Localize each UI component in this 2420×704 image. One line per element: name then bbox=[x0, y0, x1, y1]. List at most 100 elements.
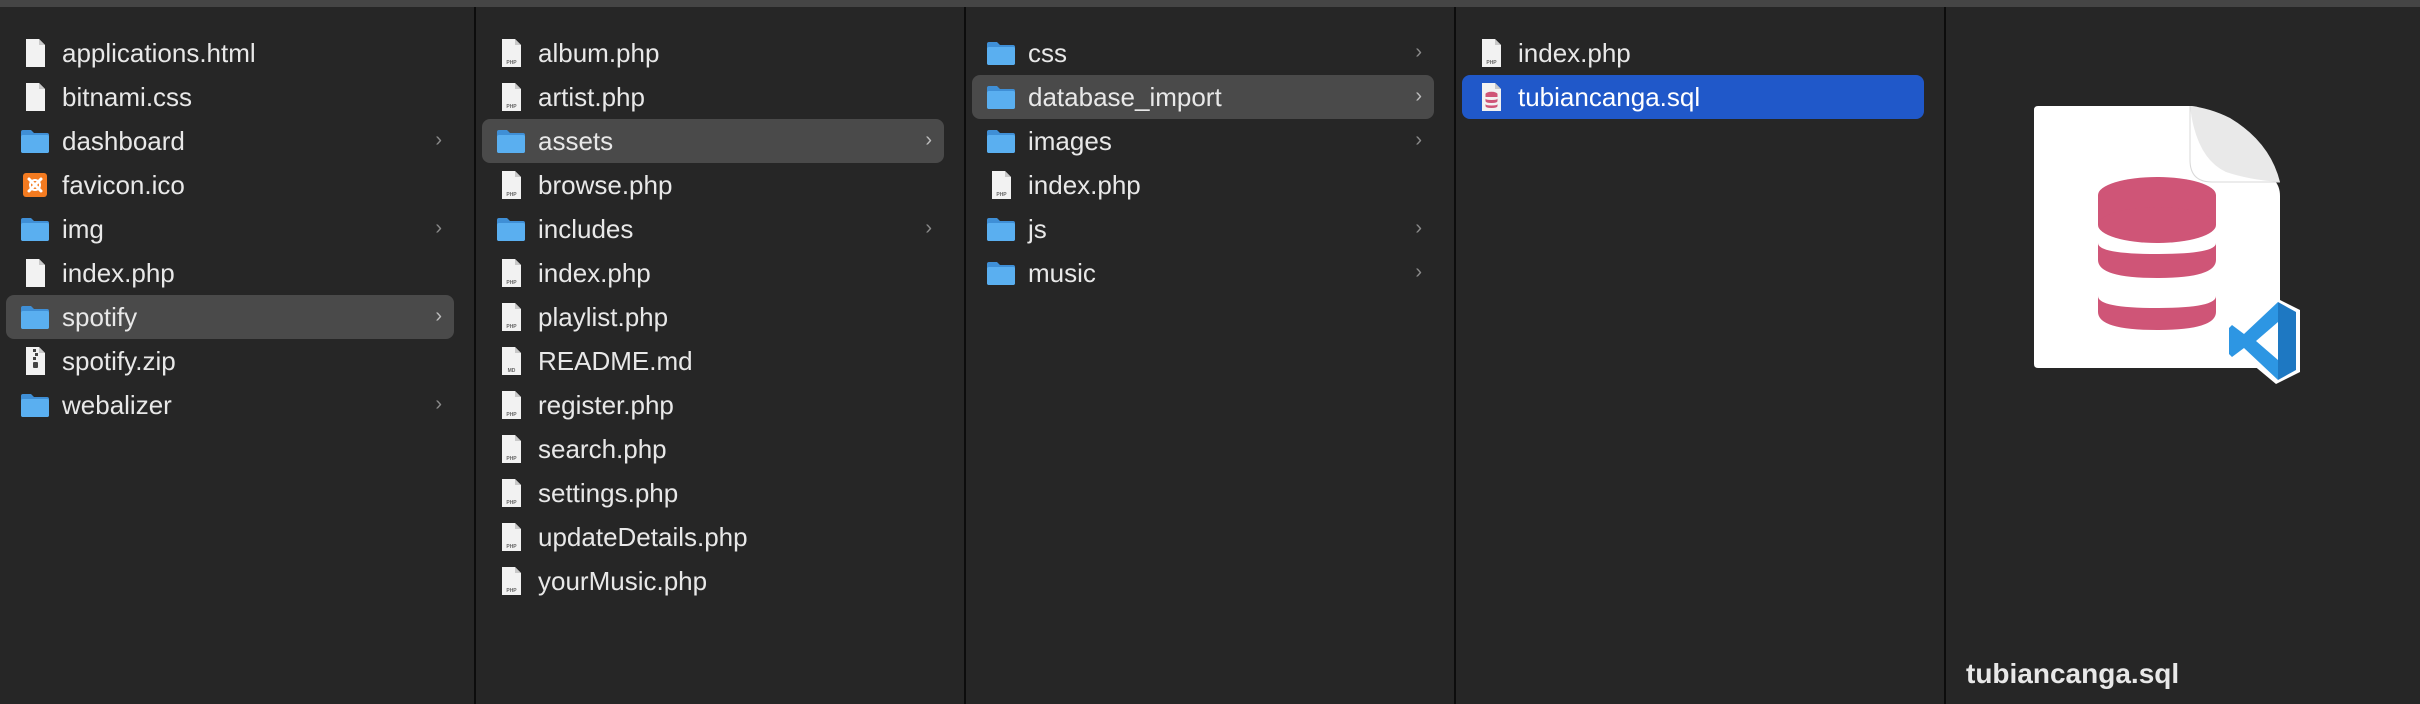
svg-text:PHP: PHP bbox=[506, 412, 517, 418]
folder-icon bbox=[20, 390, 50, 420]
file-list: applications.html bitnami.css dashboard › fa… bbox=[0, 31, 474, 427]
item-label: tubiancanga.sql bbox=[1518, 81, 1701, 112]
item-label: bitnami.css bbox=[62, 81, 193, 112]
file-item[interactable]: PHP index.php bbox=[972, 163, 1434, 207]
column-3[interactable]: css › database_import › images › PHP index.php j… bbox=[966, 7, 1456, 704]
item-label: assets bbox=[538, 125, 614, 156]
svg-text:PHP: PHP bbox=[506, 500, 517, 506]
item-label: dashboard bbox=[62, 125, 185, 156]
column-browser: applications.html bitnami.css dashboard › fa… bbox=[0, 7, 2420, 704]
item-label: spotify bbox=[62, 301, 138, 332]
file-item[interactable]: index.php bbox=[6, 251, 454, 295]
php-file-icon: PHP bbox=[1476, 38, 1506, 68]
item-label: database_import bbox=[1028, 81, 1222, 112]
php-file-icon: PHP bbox=[496, 82, 526, 112]
item-label: img bbox=[62, 213, 104, 244]
svg-text:MD: MD bbox=[507, 368, 515, 374]
folder-icon bbox=[986, 126, 1016, 156]
document-icon bbox=[20, 258, 50, 288]
folder-item[interactable]: music › bbox=[972, 251, 1434, 295]
chevron-right-icon: › bbox=[1415, 261, 1422, 283]
folder-item[interactable]: webalizer › bbox=[6, 383, 454, 427]
svg-text:PHP: PHP bbox=[506, 104, 517, 110]
xampp-icon bbox=[20, 170, 50, 200]
item-label: spotify.zip bbox=[62, 345, 176, 376]
folder-item[interactable]: images › bbox=[972, 119, 1434, 163]
chevron-right-icon: › bbox=[1415, 129, 1422, 151]
svg-text:PHP: PHP bbox=[506, 192, 517, 198]
item-label: applications.html bbox=[62, 37, 256, 68]
file-item[interactable]: applications.html bbox=[6, 31, 454, 75]
svg-text:PHP: PHP bbox=[996, 192, 1007, 198]
php-file-icon: PHP bbox=[496, 258, 526, 288]
item-label: css bbox=[1028, 37, 1067, 68]
chevron-right-icon: › bbox=[435, 393, 442, 415]
item-label: browse.php bbox=[538, 169, 673, 200]
item-label: yourMusic.php bbox=[538, 565, 708, 596]
folder-item[interactable]: spotify › bbox=[6, 295, 454, 339]
folder-item[interactable]: img › bbox=[6, 207, 454, 251]
file-list: PHP index.php tubiancanga.sql bbox=[1456, 31, 1944, 119]
file-item[interactable]: PHP artist.php bbox=[482, 75, 944, 119]
item-label: album.php bbox=[538, 37, 660, 68]
folder-icon bbox=[20, 214, 50, 244]
folder-icon bbox=[496, 214, 526, 244]
file-item[interactable]: tubiancanga.sql bbox=[1462, 75, 1924, 119]
chevron-right-icon: › bbox=[1415, 85, 1422, 107]
item-label: index.php bbox=[1028, 169, 1141, 200]
folder-item[interactable]: database_import › bbox=[972, 75, 1434, 119]
zip-icon bbox=[20, 346, 50, 376]
folder-item[interactable]: js › bbox=[972, 207, 1434, 251]
file-item[interactable]: PHP updateDetails.php bbox=[482, 515, 944, 559]
svg-text:PHP: PHP bbox=[506, 588, 517, 594]
svg-text:PHP: PHP bbox=[506, 60, 517, 66]
file-item[interactable]: PHP album.php bbox=[482, 31, 944, 75]
sql-vscode-document-icon bbox=[2030, 102, 2310, 407]
md-file-icon: MD bbox=[496, 346, 526, 376]
item-label: settings.php bbox=[538, 477, 679, 508]
preview-pane: tubiancanga.sql bbox=[1946, 7, 2420, 704]
folder-item[interactable]: assets › bbox=[482, 119, 944, 163]
php-file-icon: PHP bbox=[496, 478, 526, 508]
folder-icon bbox=[986, 258, 1016, 288]
file-item[interactable]: PHP browse.php bbox=[482, 163, 944, 207]
column-2[interactable]: PHP album.php PHP artist.php assets › PHP brows… bbox=[476, 7, 966, 704]
chevron-right-icon: › bbox=[925, 129, 932, 151]
column-4[interactable]: PHP index.php tubiancanga.sql bbox=[1456, 7, 1946, 704]
file-item[interactable]: PHP search.php bbox=[482, 427, 944, 471]
item-label: js bbox=[1028, 213, 1047, 244]
preview-filename: tubiancanga.sql bbox=[1966, 658, 2180, 689]
folder-icon bbox=[496, 126, 526, 156]
folder-item[interactable]: css › bbox=[972, 31, 1434, 75]
php-file-icon: PHP bbox=[496, 566, 526, 596]
folder-item[interactable]: dashboard › bbox=[6, 119, 454, 163]
sql-file-icon bbox=[1476, 82, 1506, 112]
file-item[interactable]: PHP settings.php bbox=[482, 471, 944, 515]
folder-item[interactable]: includes › bbox=[482, 207, 944, 251]
file-item[interactable]: PHP playlist.php bbox=[482, 295, 944, 339]
file-item[interactable]: bitnami.css bbox=[6, 75, 454, 119]
chevron-right-icon: › bbox=[435, 217, 442, 239]
file-list: css › database_import › images › PHP index.php j… bbox=[966, 31, 1454, 295]
item-label: README.md bbox=[538, 345, 693, 376]
item-label: register.php bbox=[538, 389, 674, 420]
folder-icon bbox=[20, 126, 50, 156]
php-file-icon: PHP bbox=[496, 522, 526, 552]
file-item[interactable]: PHP index.php bbox=[482, 251, 944, 295]
document-icon bbox=[20, 38, 50, 68]
file-item[interactable]: PHP yourMusic.php bbox=[482, 559, 944, 603]
folder-icon bbox=[20, 302, 50, 332]
item-label: includes bbox=[538, 213, 634, 244]
chevron-right-icon: › bbox=[435, 129, 442, 151]
svg-text:PHP: PHP bbox=[506, 324, 517, 330]
file-item[interactable]: favicon.ico bbox=[6, 163, 454, 207]
file-item[interactable]: spotify.zip bbox=[6, 339, 454, 383]
item-label: favicon.ico bbox=[62, 169, 185, 200]
file-item[interactable]: PHP index.php bbox=[1462, 31, 1924, 75]
column-1[interactable]: applications.html bitnami.css dashboard › fa… bbox=[0, 7, 476, 704]
svg-text:PHP: PHP bbox=[506, 544, 517, 550]
file-item[interactable]: PHP register.php bbox=[482, 383, 944, 427]
item-label: webalizer bbox=[62, 389, 172, 420]
chevron-right-icon: › bbox=[435, 305, 442, 327]
file-item[interactable]: MD README.md bbox=[482, 339, 944, 383]
